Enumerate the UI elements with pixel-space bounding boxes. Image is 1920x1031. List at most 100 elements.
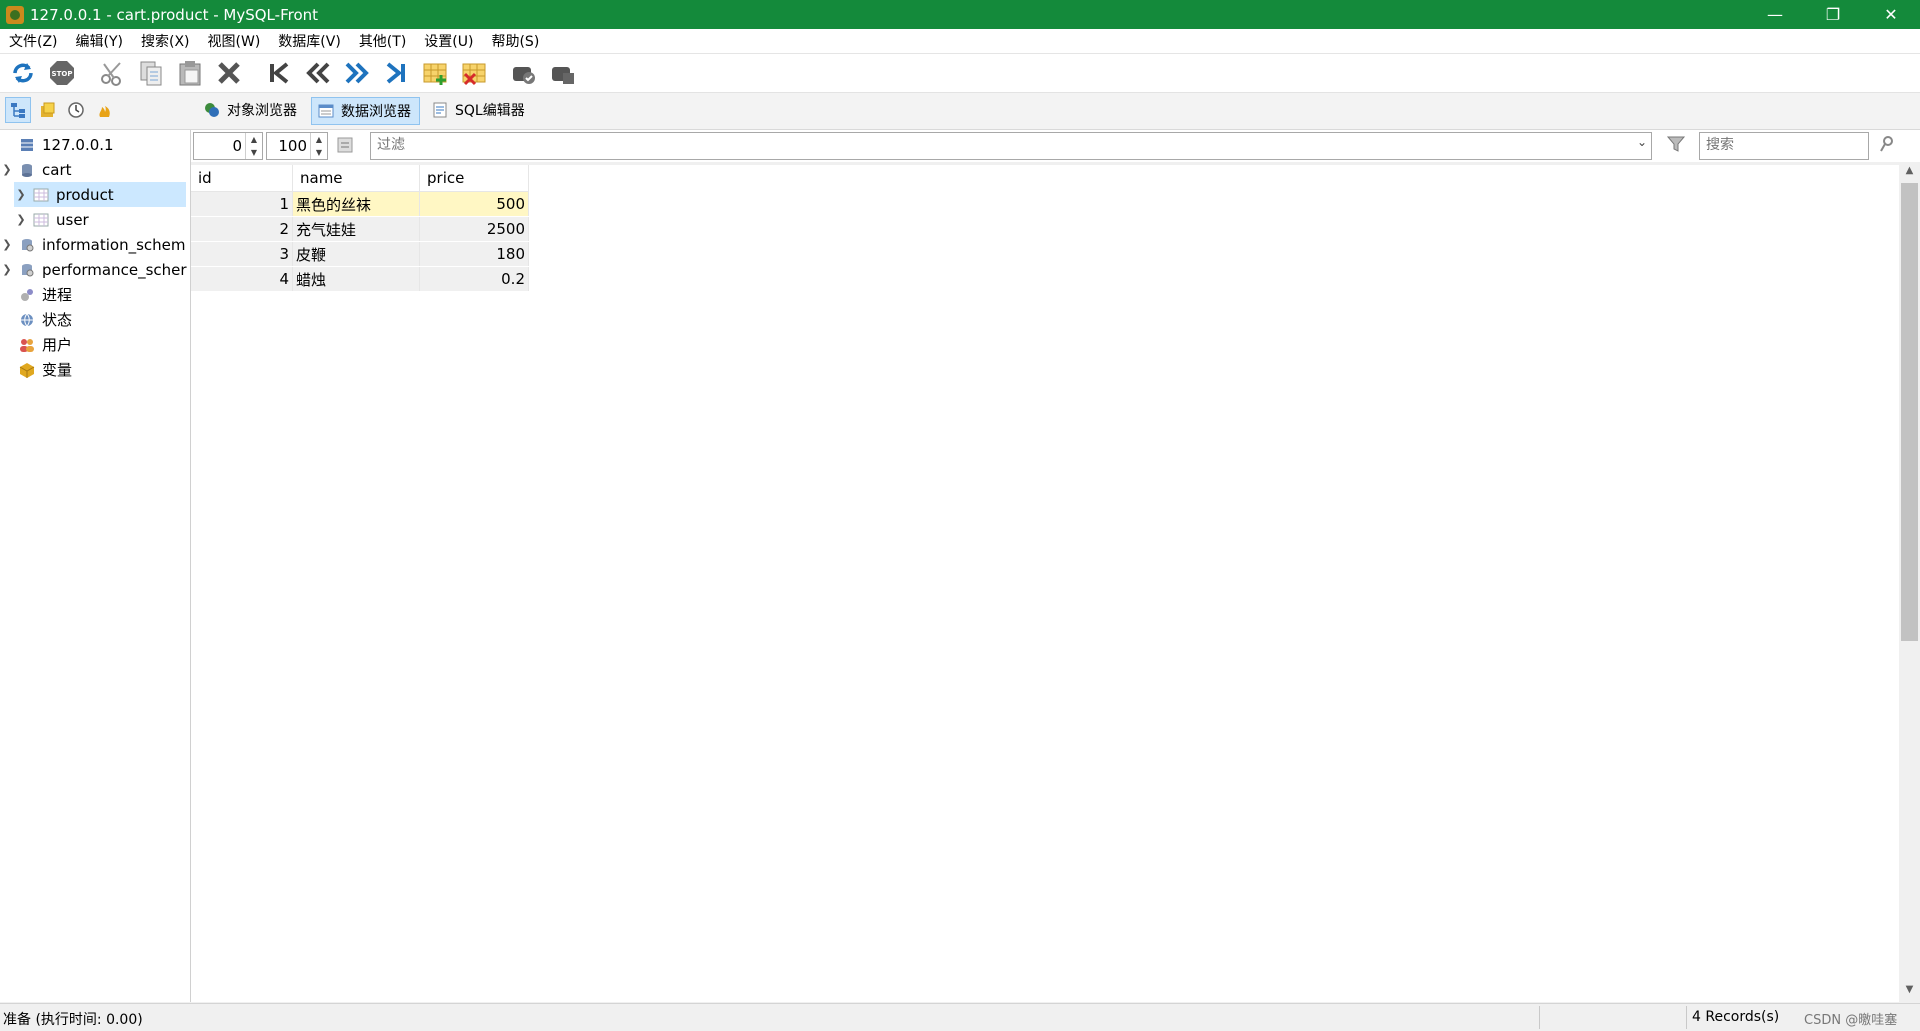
menu-file[interactable]: 文件(Z): [0, 31, 67, 51]
tree-item-information-schema[interactable]: ❯ information_schem: [0, 232, 185, 257]
tab-sql-editor[interactable]: SQL编辑器: [426, 97, 533, 123]
table-row[interactable]: 3 皮鞭 180: [191, 241, 529, 267]
limit-value: 100: [278, 137, 307, 155]
tree-item-server[interactable]: 127.0.0.1: [0, 132, 114, 157]
column-header-price[interactable]: price: [419, 165, 529, 192]
status-globe-icon: [18, 311, 36, 329]
post-button[interactable]: [508, 57, 540, 89]
tab-object-browser[interactable]: 对象浏览器: [198, 97, 305, 123]
insert-record-button[interactable]: [419, 57, 451, 89]
tree-item-database-cart[interactable]: ❯ cart: [0, 157, 71, 182]
cell-price[interactable]: 2500: [419, 216, 529, 242]
tab-data-browser[interactable]: 数据浏览器: [311, 97, 420, 125]
table-row[interactable]: 2 充气娃娃 2500: [191, 216, 529, 242]
column-header-id[interactable]: id: [191, 165, 293, 192]
spin-down-icon[interactable]: ▼: [311, 146, 327, 159]
menu-database[interactable]: 数据库(V): [269, 31, 350, 51]
close-button[interactable]: ✕: [1862, 0, 1920, 29]
refresh-icon: [13, 63, 33, 83]
tree-item-user-label: user: [56, 210, 89, 229]
last-record-button[interactable]: [380, 57, 412, 89]
spin-up-icon[interactable]: ▲: [246, 133, 262, 146]
chevron-down-icon[interactable]: ❯: [0, 163, 14, 176]
column-header-name[interactable]: name: [292, 165, 420, 192]
limit-stepper[interactable]: 100 ▲ ▼: [266, 132, 328, 160]
search-button[interactable]: [1877, 134, 1899, 156]
table-row[interactable]: 4 蜡烛 0.2: [191, 266, 529, 292]
cancel-icon: [552, 67, 574, 84]
spin-up-icon[interactable]: ▲: [311, 133, 327, 146]
chevron-down-icon[interactable]: ⌄: [1637, 135, 1647, 149]
search-input[interactable]: [1704, 136, 1868, 154]
record-count: 4 Records(s): [1692, 1009, 1780, 1025]
history-button[interactable]: [63, 97, 89, 123]
tree-item-users[interactable]: 用户: [0, 332, 72, 357]
limit-toggle-button[interactable]: [335, 135, 357, 157]
navigator-button[interactable]: [5, 97, 31, 123]
delete-record-button[interactable]: [458, 57, 490, 89]
stop-button[interactable]: STOP: [46, 57, 78, 89]
clock-icon: [68, 102, 84, 118]
tree-item-performance-schema-label: performance_scher: [42, 260, 187, 279]
minimize-button[interactable]: —: [1746, 0, 1804, 29]
sql-history-button[interactable]: [92, 97, 118, 123]
cell-id[interactable]: 1: [191, 191, 293, 217]
scroll-down-icon[interactable]: ▼: [1899, 984, 1920, 1002]
tree-item-variables[interactable]: 变量: [0, 357, 72, 382]
cell-id[interactable]: 3: [191, 241, 293, 267]
tree-item-processes[interactable]: 进程: [0, 282, 72, 307]
vertical-scrollbar[interactable]: ▲ ▼: [1899, 165, 1920, 1002]
cell-price[interactable]: 0.2: [419, 266, 529, 292]
filter-combobox[interactable]: ⌄: [370, 132, 1652, 160]
filter-input[interactable]: [375, 136, 1619, 154]
apply-filter-button[interactable]: [1666, 134, 1688, 156]
menu-other[interactable]: 其他(T): [350, 31, 415, 51]
tree-item-performance-schema[interactable]: ❯ performance_scher: [0, 257, 187, 282]
menu-help[interactable]: 帮助(S): [482, 31, 548, 51]
restore-button[interactable]: ❐: [1804, 0, 1862, 29]
tree-item-table-user[interactable]: ❯ user: [14, 207, 89, 232]
table-row[interactable]: 1 黑色的丝袜 500: [191, 191, 529, 217]
cell-id[interactable]: 4: [191, 266, 293, 292]
copy-button[interactable]: [135, 57, 167, 89]
prev-page-button[interactable]: [302, 57, 334, 89]
menu-edit[interactable]: 编辑(Y): [67, 31, 132, 51]
cell-name[interactable]: 蜡烛: [292, 266, 420, 292]
tree-item-status[interactable]: 状态: [0, 307, 72, 332]
refresh-button[interactable]: [7, 57, 39, 89]
last-record-icon: [386, 62, 405, 84]
menu-search[interactable]: 搜索(X): [132, 31, 199, 51]
cut-button[interactable]: [96, 57, 128, 89]
offset-stepper[interactable]: 0 ▲ ▼: [193, 132, 263, 160]
first-record-button[interactable]: [263, 57, 295, 89]
limit-icon: [337, 137, 353, 153]
chevron-right-icon[interactable]: ❯: [0, 263, 14, 276]
cell-price[interactable]: 500: [419, 191, 529, 217]
paste-button[interactable]: [174, 57, 206, 89]
tree-item-table-product[interactable]: ❯ product: [14, 182, 186, 207]
cell-price[interactable]: 180: [419, 241, 529, 267]
menu-view[interactable]: 视图(W): [199, 31, 270, 51]
menu-settings[interactable]: 设置(U): [415, 31, 482, 51]
next-page-button[interactable]: [341, 57, 373, 89]
cell-name[interactable]: 黑色的丝袜: [292, 191, 420, 217]
title-bar: 127.0.0.1 - cart.product - MySQL-Front —…: [0, 0, 1920, 29]
cell-id[interactable]: 2: [191, 216, 293, 242]
chevron-right-icon[interactable]: ❯: [0, 238, 14, 251]
bookmarks-button[interactable]: [34, 97, 60, 123]
cell-name[interactable]: 皮鞭: [292, 241, 420, 267]
table-icon: [32, 186, 50, 204]
delete-button[interactable]: [213, 57, 245, 89]
chevron-right-icon[interactable]: ❯: [14, 188, 28, 201]
cancel-button[interactable]: [547, 57, 579, 89]
cell-name[interactable]: 充气娃娃: [292, 216, 420, 242]
users-icon: [18, 336, 36, 354]
chevron-right-icon[interactable]: ❯: [14, 213, 28, 226]
main-toolbar: STOP: [0, 54, 1920, 93]
scroll-up-icon[interactable]: ▲: [1899, 165, 1920, 183]
offset-spin-arrows[interactable]: ▲ ▼: [245, 133, 262, 159]
search-box[interactable]: [1699, 132, 1869, 160]
spin-down-icon[interactable]: ▼: [246, 146, 262, 159]
scrollbar-thumb[interactable]: [1901, 183, 1918, 641]
limit-spin-arrows[interactable]: ▲ ▼: [310, 133, 327, 159]
